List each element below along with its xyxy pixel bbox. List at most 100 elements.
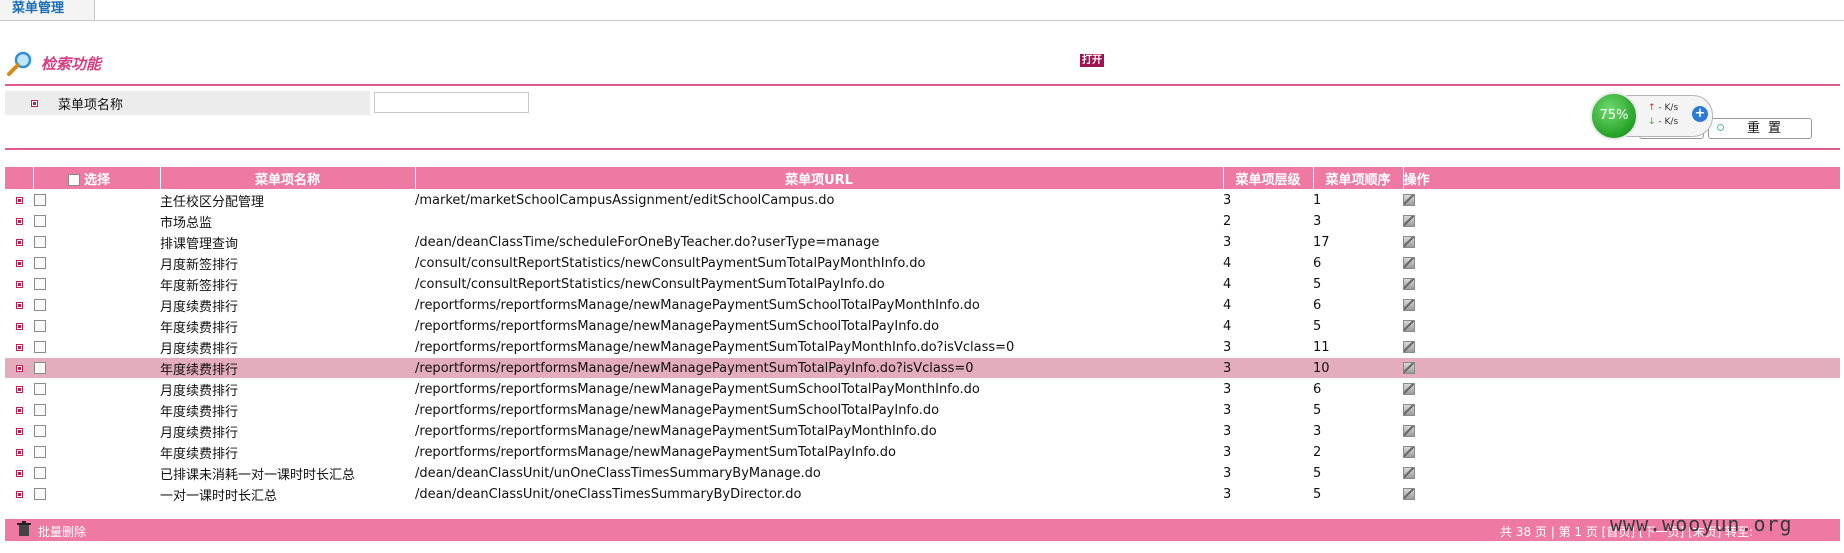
edit-icon[interactable]	[1403, 488, 1415, 500]
cell-level: 3	[1223, 357, 1313, 379]
batch-delete-button[interactable]: 批量删除	[38, 523, 86, 540]
edit-icon[interactable]	[1403, 299, 1415, 311]
edit-icon[interactable]	[1403, 362, 1415, 374]
row-select	[33, 441, 160, 463]
header-order: 菜单项顺序	[1313, 167, 1404, 190]
row-select	[33, 210, 160, 232]
row-bullet	[5, 483, 33, 505]
table-row[interactable]: 月度续费排行/reportforms/reportformsManage/new…	[5, 336, 1840, 358]
row-actions	[1403, 441, 1840, 463]
edit-icon[interactable]	[1403, 215, 1415, 227]
table-row[interactable]: 年度续费排行/reportforms/reportformsManage/new…	[5, 315, 1840, 337]
field-label-cell: 菜单项名称	[5, 91, 370, 115]
table-row[interactable]: 年度续费排行/reportforms/reportformsManage/new…	[5, 399, 1840, 421]
search-header: 检索功能 打开	[0, 48, 1844, 84]
table-row[interactable]: 月度续费排行/reportforms/reportformsManage/new…	[5, 294, 1840, 316]
row-select	[33, 273, 160, 295]
header-name: 菜单项名称	[160, 167, 416, 190]
row-checkbox[interactable]	[34, 299, 46, 311]
cell-name: 已排课未消耗一对一课时时长汇总	[160, 462, 415, 484]
cell-order: 1	[1313, 189, 1403, 211]
cell-level: 3	[1223, 483, 1313, 505]
edit-icon[interactable]	[1403, 425, 1415, 437]
row-checkbox[interactable]	[34, 446, 46, 458]
row-checkbox[interactable]	[34, 467, 46, 479]
cell-name: 月度续费排行	[160, 420, 415, 442]
table-row[interactable]: 年度新签排行/consult/consultReportStatistics/n…	[5, 273, 1840, 295]
menu-name-input[interactable]	[374, 92, 529, 113]
edit-icon[interactable]	[1403, 341, 1415, 353]
row-checkbox[interactable]	[34, 194, 46, 206]
network-speed-widget[interactable]: 75% ↑ - K/s ↓ - K/s +	[1590, 92, 1713, 140]
cell-order: 5	[1313, 483, 1403, 505]
row-select	[33, 294, 160, 316]
cell-level: 3	[1223, 189, 1313, 211]
cell-url: /consult/consultReportStatistics/newCons…	[415, 252, 1223, 274]
edit-icon[interactable]	[1403, 467, 1415, 479]
upload-speed: ↑ - K/s	[1648, 103, 1679, 113]
edit-icon[interactable]	[1403, 194, 1415, 206]
bullet-icon	[15, 280, 23, 288]
row-checkbox[interactable]	[34, 362, 46, 374]
open-toggle-button[interactable]: 打开	[1080, 54, 1104, 67]
table-row[interactable]: 一对一课时时长汇总/dean/deanClassUnit/oneClassTim…	[5, 483, 1840, 505]
row-actions	[1403, 294, 1840, 316]
row-checkbox[interactable]	[34, 488, 46, 500]
row-checkbox[interactable]	[34, 257, 46, 269]
cell-url: /reportforms/reportformsManage/newManage…	[415, 399, 1223, 421]
cell-name: 市场总监	[160, 210, 415, 232]
circle-icon	[1717, 124, 1724, 131]
cell-level: 3	[1223, 399, 1313, 421]
cell-url: /reportforms/reportformsManage/newManage…	[415, 336, 1223, 358]
plus-icon[interactable]: +	[1692, 106, 1708, 122]
row-checkbox[interactable]	[34, 425, 46, 437]
bullet-icon	[15, 385, 23, 393]
cell-name: 年度续费排行	[160, 441, 415, 463]
row-checkbox[interactable]	[34, 215, 46, 227]
row-checkbox[interactable]	[34, 320, 46, 332]
row-bullet	[5, 399, 33, 421]
edit-icon[interactable]	[1403, 278, 1415, 290]
edit-icon[interactable]	[1403, 236, 1415, 248]
cell-url: /reportforms/reportformsManage/newManage…	[415, 441, 1223, 463]
cell-url: /reportforms/reportformsManage/newManage…	[415, 420, 1223, 442]
cell-name: 年度新签排行	[160, 273, 415, 295]
row-select	[33, 399, 160, 421]
edit-icon[interactable]	[1403, 320, 1415, 332]
cell-url: /reportforms/reportformsManage/newManage…	[415, 378, 1223, 400]
row-checkbox[interactable]	[34, 278, 46, 290]
table-row[interactable]: 年度续费排行/reportforms/reportformsManage/new…	[5, 441, 1840, 463]
table-row[interactable]: 市场总监 2 3	[5, 210, 1840, 232]
cell-name: 月度续费排行	[160, 294, 415, 316]
tab-menu-management[interactable]: 菜单管理	[0, 0, 95, 20]
row-bullet	[5, 336, 33, 358]
edit-icon[interactable]	[1403, 446, 1415, 458]
table-row[interactable]: 月度续费排行/reportforms/reportformsManage/new…	[5, 420, 1840, 442]
row-bullet	[5, 420, 33, 442]
trash-icon[interactable]	[17, 521, 31, 537]
cell-level: 3	[1223, 420, 1313, 442]
cell-order: 6	[1313, 378, 1403, 400]
row-checkbox[interactable]	[34, 383, 46, 395]
row-checkbox[interactable]	[34, 341, 46, 353]
row-select	[33, 378, 160, 400]
table-row[interactable]: 月度新签排行/consult/consultReportStatistics/n…	[5, 252, 1840, 274]
row-checkbox[interactable]	[34, 404, 46, 416]
edit-icon[interactable]	[1403, 383, 1415, 395]
cell-order: 5	[1313, 462, 1403, 484]
table-row[interactable]: 月度续费排行/reportforms/reportformsManage/new…	[5, 378, 1840, 400]
cell-order: 6	[1313, 294, 1403, 316]
reset-button[interactable]: 重置	[1708, 118, 1812, 139]
edit-icon[interactable]	[1403, 404, 1415, 416]
table-row[interactable]: 已排课未消耗一对一课时时长汇总/dean/deanClassUnit/unOne…	[5, 462, 1840, 484]
table-row[interactable]: 主任校区分配管理/market/marketSchoolCampusAssign…	[5, 189, 1840, 211]
edit-icon[interactable]	[1403, 257, 1415, 269]
header-action: 操作	[1403, 167, 1841, 190]
cell-url: /dean/deanClassTime/scheduleForOneByTeac…	[415, 231, 1223, 253]
table-row[interactable]: 年度续费排行/reportforms/reportformsManage/new…	[5, 357, 1840, 379]
select-all-checkbox[interactable]	[67, 174, 80, 186]
table-row[interactable]: 排课管理查询/dean/deanClassTime/scheduleForOne…	[5, 231, 1840, 253]
cell-url: /reportforms/reportformsManage/newManage…	[415, 357, 1223, 379]
row-checkbox[interactable]	[34, 236, 46, 248]
cell-name: 月度续费排行	[160, 336, 415, 358]
